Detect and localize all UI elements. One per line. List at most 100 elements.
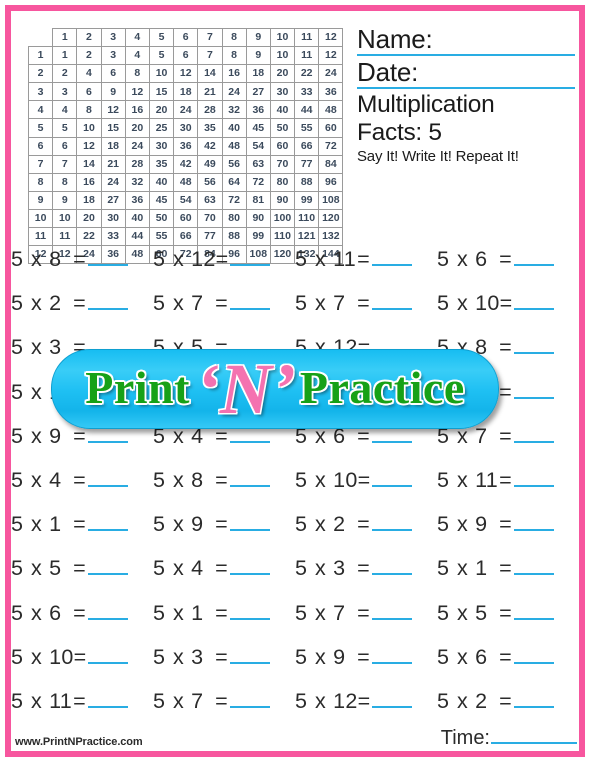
answer-blank[interactable] <box>514 288 555 311</box>
name-label: Name: <box>357 24 433 54</box>
multiply-symbol: x <box>457 467 469 492</box>
table-cell: 121 <box>294 227 320 247</box>
table-cell: 35 <box>148 154 175 174</box>
answer-blank[interactable] <box>229 288 270 311</box>
answer-blank[interactable] <box>87 244 128 266</box>
multiply-symbol: x <box>315 688 327 713</box>
problem-row: 5 x 4 = 5 x 8 = 5 x 10 = 5 x 11 = <box>11 465 579 509</box>
table-cell: 14 <box>197 64 223 84</box>
answer-blank[interactable] <box>87 553 128 576</box>
date-write-line[interactable] <box>357 87 575 90</box>
answer-blank[interactable] <box>513 377 554 399</box>
answer-blank[interactable] <box>513 332 554 355</box>
answer-blank[interactable] <box>87 509 128 532</box>
answer-blank[interactable] <box>229 465 270 487</box>
answer-blank[interactable] <box>513 421 554 443</box>
table-cell: 56 <box>197 172 223 192</box>
answer-blank[interactable] <box>229 509 270 532</box>
table-cell: 18 <box>100 136 126 156</box>
problem: 5 x 12 = <box>153 244 295 272</box>
answer-blank[interactable] <box>371 598 412 620</box>
problem-operand-a: 5 <box>153 291 166 316</box>
table-cell: 24 <box>318 64 344 84</box>
table-cell: 20 <box>76 208 102 229</box>
time-blank-line[interactable] <box>491 725 577 744</box>
answer-blank[interactable] <box>87 598 128 620</box>
equals-symbol: = <box>499 512 512 537</box>
equals-symbol: = <box>215 556 228 581</box>
problem: 5 x 12 = <box>295 686 437 714</box>
answer-blank[interactable] <box>229 686 270 708</box>
answer-blank[interactable] <box>513 509 554 532</box>
table-row: 5 5 10 15 20 25 30 35 40 45 50 55 60 <box>27 118 344 138</box>
answer-blank[interactable] <box>513 465 554 487</box>
answer-blank[interactable] <box>229 598 270 620</box>
problem: 5x3 = <box>153 642 295 670</box>
answer-blank[interactable] <box>513 686 554 708</box>
problem-operand-a: 5 <box>153 467 166 492</box>
answer-blank[interactable] <box>87 288 128 311</box>
equals-symbol: = <box>357 247 370 271</box>
logo-quote-open: ‘ <box>195 349 220 430</box>
problem-operand-b: 11 <box>333 247 356 271</box>
answer-blank[interactable] <box>229 642 270 664</box>
answer-blank[interactable] <box>230 244 271 266</box>
multiply-symbol: x <box>31 335 43 360</box>
equals-symbol: = <box>499 556 512 581</box>
equals-symbol: = <box>73 467 86 492</box>
equals-symbol: = <box>73 512 86 537</box>
table-cell: 81 <box>245 190 271 210</box>
equals-symbol: = <box>357 600 370 625</box>
logo-word-print: Print <box>85 362 190 413</box>
problem-operand-b: 11 <box>49 688 72 713</box>
problem-operand-b: 10 <box>49 644 74 669</box>
problem-operand-b: 7 <box>191 688 204 713</box>
problem-operand-b: 9 <box>191 512 204 537</box>
table-corner-cell <box>27 27 54 48</box>
problem-operand-a: 5 <box>11 600 24 625</box>
table-cell: 18 <box>76 190 102 210</box>
equals-symbol: = <box>499 335 512 360</box>
name-write-line[interactable] <box>357 54 575 57</box>
answer-blank[interactable] <box>229 553 270 576</box>
answer-blank[interactable] <box>513 553 554 576</box>
table-cell: 2 <box>52 64 78 84</box>
answer-blank[interactable] <box>88 642 129 664</box>
table-cell: 35 <box>197 118 223 138</box>
table-cell: 6 <box>100 64 126 84</box>
problem: 5 x 6 = <box>437 244 579 272</box>
answer-blank[interactable] <box>372 465 413 487</box>
answer-blank[interactable] <box>371 553 412 576</box>
table-cell: 11 <box>294 46 320 66</box>
problem-operand-b: 4 <box>191 556 204 581</box>
table-cell: 9 <box>245 46 271 66</box>
answer-blank[interactable] <box>87 686 128 708</box>
multiply-symbol: x <box>173 556 185 581</box>
table-cell: 32 <box>221 100 247 120</box>
table-cell: 21 <box>197 82 223 102</box>
answer-blank[interactable] <box>513 598 554 620</box>
answer-blank[interactable] <box>371 642 412 664</box>
answer-blank[interactable] <box>371 509 412 532</box>
worksheet-header: 1 2 3 4 5 6 7 8 9 10 11 12 1 1 2 3 4 5 6 7 8 9 10 11 12 2 2 4 6 8 10 12… <box>11 11 579 265</box>
logo-inner: Print ‘N’ Practice <box>85 353 465 425</box>
problem: 5 x 5 = <box>437 598 579 626</box>
table-cell: 9 <box>52 190 78 210</box>
table-cell: 40 <box>124 208 150 229</box>
table-cell: 44 <box>294 100 320 120</box>
answer-blank[interactable] <box>371 244 412 266</box>
table-cell: 9 <box>100 82 126 102</box>
table-cell: 30 <box>148 136 175 156</box>
table-row: 2 2 4 6 8 10 12 14 16 18 20 22 24 <box>27 64 344 84</box>
answer-blank[interactable] <box>372 686 413 708</box>
answer-blank[interactable] <box>513 642 554 664</box>
table-cell: 77 <box>197 227 223 247</box>
problem-operand-b: 9 <box>475 512 488 537</box>
answer-blank[interactable] <box>87 465 128 487</box>
problem: 5x4 = <box>153 553 295 581</box>
table-cell: 2 <box>76 46 102 66</box>
table-row: 7 7 14 21 28 35 42 49 56 63 70 77 84 <box>27 154 344 174</box>
answer-blank[interactable] <box>371 288 412 311</box>
equals-symbol: = <box>215 600 228 625</box>
answer-blank[interactable] <box>513 244 554 266</box>
